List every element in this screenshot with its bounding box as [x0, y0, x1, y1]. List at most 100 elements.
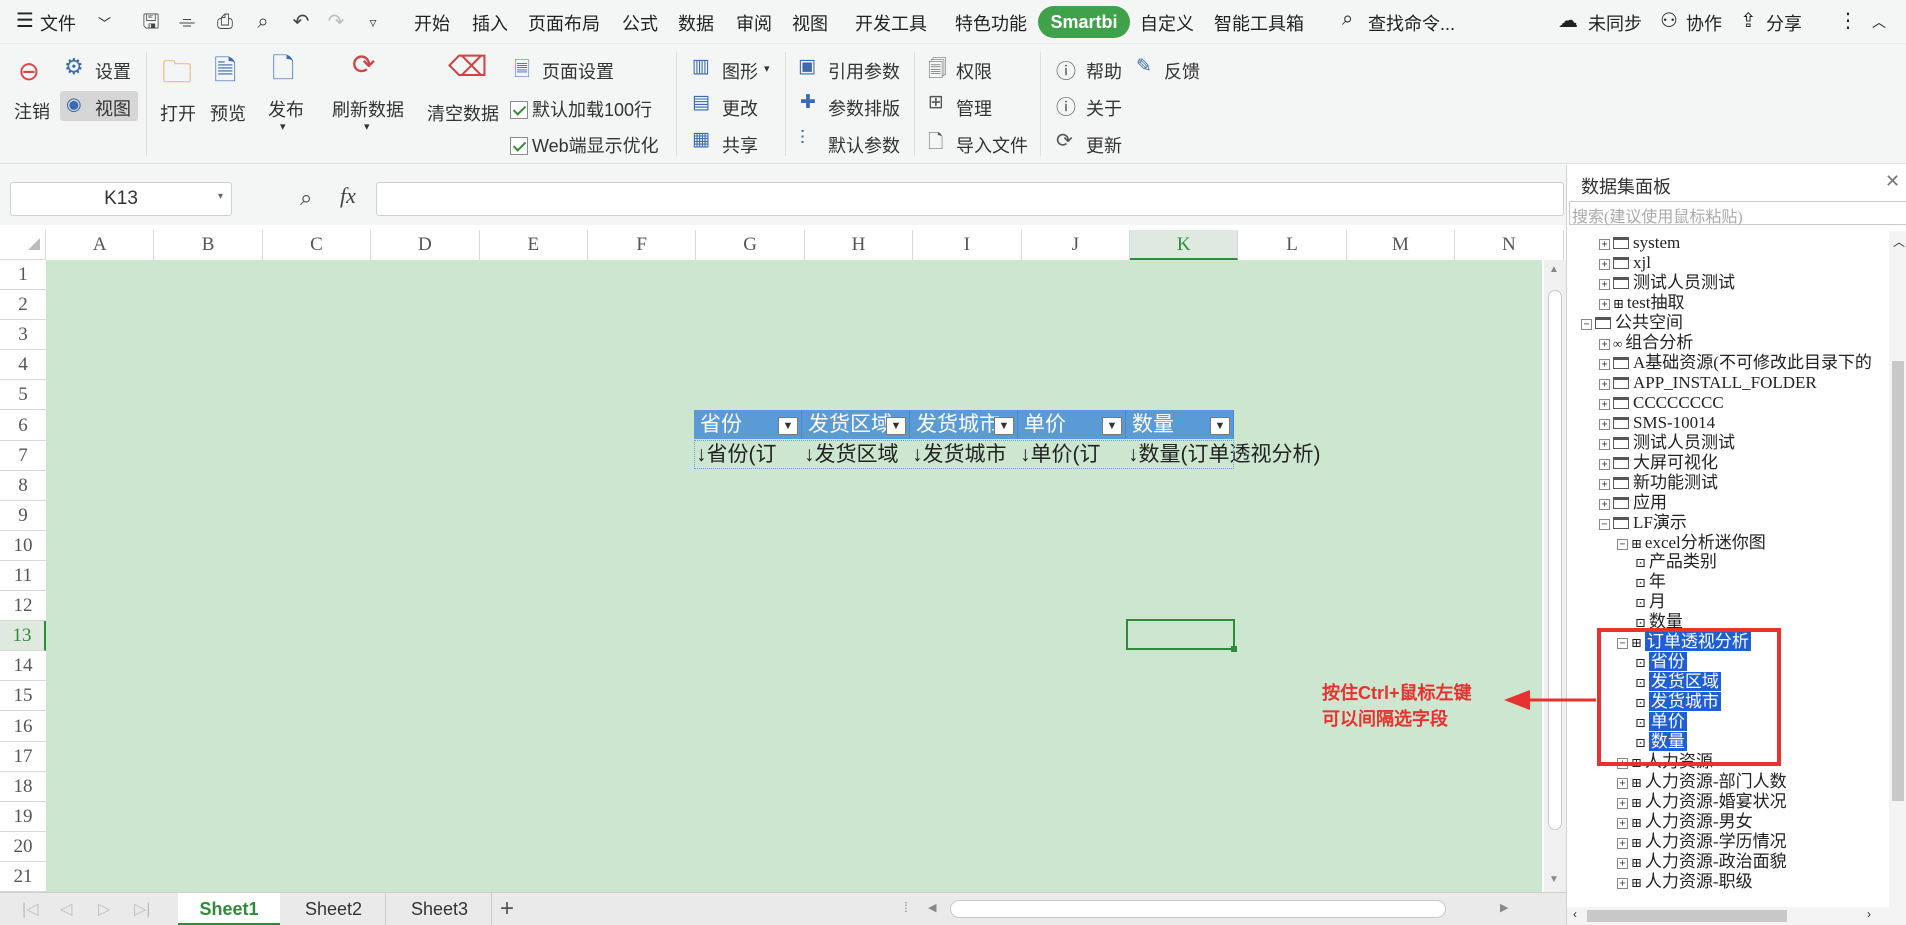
column-header-a[interactable]: A [46, 230, 155, 260]
row-header-19[interactable]: 19 [0, 802, 46, 832]
namebox-dropdown-icon[interactable]: ▾ [218, 191, 223, 202]
tree-field-item[interactable]: ⊡ 年 [1635, 572, 1666, 593]
fx-icon[interactable]: fx [340, 183, 356, 209]
save-icon[interactable]: 🖫 [138, 9, 164, 35]
scroll-right-icon[interactable]: › [1867, 907, 1871, 921]
about-button[interactable]: 关于 [1086, 95, 1122, 121]
scroll-down-icon[interactable]: ▼ [1549, 874, 1559, 885]
refresh-dropdown-icon[interactable]: ▾ [364, 120, 370, 133]
tree-node[interactable]: − 公共空间 [1581, 313, 1683, 333]
row-header-3[interactable]: 3 [0, 320, 46, 351]
menu-special[interactable]: 特色功能 [955, 10, 1027, 36]
import-file-button[interactable]: 导入文件 [956, 132, 1028, 158]
chart-button[interactable]: 图形 [722, 58, 758, 84]
menu-data[interactable]: 数据 [678, 10, 714, 36]
clear-data-button[interactable]: 清空数据 [427, 100, 499, 126]
filter-dropdown-icon[interactable]: ▼ [886, 417, 906, 435]
expand-icon[interactable]: + [1599, 298, 1610, 310]
scroll-left-icon[interactable]: ‹ [1573, 907, 1577, 921]
next-sheet-icon[interactable]: ▷ [98, 899, 110, 919]
menu-start[interactable]: 开始 [414, 10, 450, 36]
collab-button[interactable]: 协作 [1686, 10, 1722, 36]
more-icon[interactable]: ⋮ [1838, 8, 1858, 33]
print-preview-icon[interactable]: ⌕ [250, 9, 276, 35]
expand-icon[interactable]: + [1599, 239, 1610, 250]
scroll-left-icon[interactable]: ◀ [928, 901, 936, 914]
menu-custom[interactable]: 自定义 [1140, 10, 1194, 36]
expand-icon[interactable]: + [1617, 857, 1628, 869]
header-cell-city[interactable]: 发货城市 ▼ [910, 410, 1018, 439]
row-header-14[interactable]: 14 [0, 651, 46, 682]
panel-scrollbar[interactable]: ︿ [1889, 231, 1906, 911]
expand-icon[interactable]: + [1617, 838, 1628, 850]
tree-node[interactable]: + APP_INSTALL_FOLDER [1599, 373, 1817, 393]
menu-view[interactable]: 视图 [792, 10, 828, 36]
data-cell-region[interactable]: ↓发货区域 [802, 440, 910, 469]
open-button[interactable]: 打开 [160, 100, 196, 126]
menu-smartbi[interactable]: Smartbi [1038, 6, 1130, 38]
expand-icon[interactable]: + [1599, 438, 1610, 450]
scroll-up-icon[interactable]: ▲ [1549, 264, 1559, 275]
header-cell-province[interactable]: 省份 ▼ [694, 410, 802, 439]
modify-button[interactable]: 更改 [722, 95, 758, 121]
prev-sheet-icon[interactable]: ◁ [60, 899, 72, 919]
publish-dropdown-icon[interactable]: ▾ [280, 120, 286, 133]
column-header-k[interactable]: K [1130, 230, 1239, 260]
tree-node[interactable]: + 大屏可视化 [1599, 453, 1718, 473]
expand-icon[interactable]: + [1599, 458, 1610, 470]
sheet-tab-2[interactable]: Sheet2 [282, 893, 386, 925]
data-cell-city[interactable]: ↓发货城市 [910, 440, 1018, 469]
row-header-21[interactable]: 21 [0, 862, 46, 892]
panel-hscroll-thumb[interactable] [1587, 910, 1787, 922]
tree-node[interactable]: + ⊞ 人力资源-政治面貌 [1617, 852, 1787, 873]
tree-node[interactable]: − LF演示 [1599, 513, 1687, 533]
row-header-16[interactable]: 16 [0, 712, 46, 742]
expand-icon[interactable]: + [1599, 378, 1610, 390]
scroll-right-icon[interactable]: ▶ [1500, 901, 1508, 914]
row-header-1[interactable]: 1 [0, 260, 46, 290]
share-button[interactable]: 分享 [1766, 10, 1802, 36]
expand-icon[interactable]: + [1599, 478, 1610, 490]
row-header-12[interactable]: 12 [0, 591, 46, 622]
tree-node[interactable]: + ⊞ 人力资源-职级 [1617, 872, 1753, 893]
row-header-7[interactable]: 7 [0, 441, 46, 471]
row-header-11[interactable]: 11 [0, 561, 46, 591]
tree-node[interactable]: + A基础资源(不可修改此目录下的 [1599, 353, 1872, 373]
tree-node[interactable]: + xjl [1599, 253, 1651, 273]
print-icon[interactable]: ⎙ [212, 9, 238, 35]
unsync-button[interactable]: 未同步 [1588, 10, 1642, 36]
tree-node[interactable]: + ⊞ 人力资源-部门人数 [1617, 772, 1787, 793]
column-header-n[interactable]: N [1455, 230, 1564, 260]
page-setup-button[interactable]: 页面设置 [542, 58, 614, 84]
column-header-l[interactable]: L [1238, 230, 1347, 260]
menu-file[interactable]: 文件 [40, 10, 76, 36]
expand-icon[interactable]: + [1617, 818, 1628, 830]
close-icon[interactable]: ✕ [1885, 171, 1900, 192]
column-header-c[interactable]: C [263, 230, 372, 260]
fill-handle[interactable] [1231, 646, 1237, 652]
expand-icon[interactable]: + [1617, 877, 1628, 889]
refresh-data-button[interactable]: 刷新数据 [332, 96, 404, 122]
splitter-icon[interactable]: ⁞ [904, 899, 908, 915]
publish-button[interactable]: 发布 [268, 96, 304, 122]
expand-icon[interactable]: + [1599, 258, 1610, 270]
format-painter-icon[interactable]: ⌯ [174, 9, 200, 35]
expand-icon[interactable]: + [1599, 358, 1610, 370]
tree-node[interactable]: − ⊞ excel分析迷你图 [1617, 533, 1766, 554]
data-cell-province[interactable]: ↓省份(订 [694, 440, 802, 469]
name-box[interactable]: K13 [10, 182, 232, 216]
scroll-up-icon[interactable]: ︿ [1893, 233, 1905, 250]
row-header-6[interactable]: 6 [0, 411, 46, 441]
tree-node[interactable]: + 测试人员测试 [1599, 273, 1735, 293]
column-header-d[interactable]: D [371, 230, 480, 260]
header-cell-qty[interactable]: 数量 ▼ [1126, 410, 1234, 439]
redo-icon[interactable]: ↷ [323, 9, 349, 35]
active-cell[interactable] [1126, 619, 1235, 650]
settings-button[interactable]: 设置 [95, 58, 131, 84]
help-button[interactable]: 帮助 [1086, 58, 1122, 84]
row-header-2[interactable]: 2 [0, 290, 46, 321]
row-header-4[interactable]: 4 [0, 350, 46, 381]
row-header-18[interactable]: 18 [0, 772, 46, 802]
quick-access-dropdown-icon[interactable]: ▿ [360, 9, 386, 35]
first-sheet-icon[interactable]: |◁ [22, 899, 38, 919]
